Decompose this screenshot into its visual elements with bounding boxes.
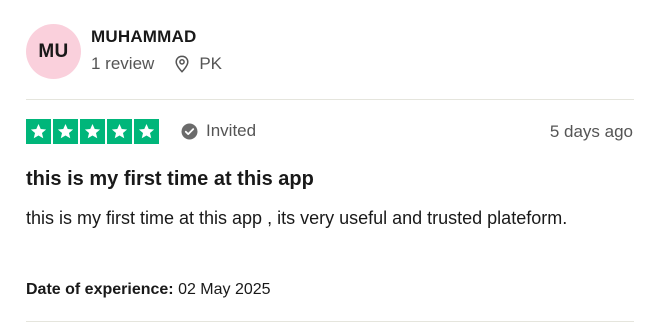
review-body: this is my first time at this app , its …	[26, 208, 568, 228]
consumer-meta: 1 review PK	[91, 54, 222, 74]
experience-label: Date of experience:	[26, 281, 179, 298]
review-date: 5 days ago	[549, 122, 633, 141]
star-icon	[26, 119, 51, 144]
location-pin-icon	[174, 55, 190, 73]
review-card: MU MUHAMMAD 1 review PK Invited 5 days a…	[0, 0, 658, 323]
star-rating	[26, 119, 159, 144]
review-title[interactable]: this is my first time at this app	[26, 168, 314, 191]
avatar-initials: MU	[38, 40, 69, 62]
avatar[interactable]: MU	[26, 24, 81, 79]
country-code: PK	[199, 54, 222, 73]
divider	[26, 321, 634, 322]
star-icon	[53, 119, 78, 144]
invited-badge[interactable]: Invited	[181, 121, 256, 141]
consumer-name[interactable]: MUHAMMAD	[91, 27, 196, 47]
star-icon	[107, 119, 132, 144]
experience-date: 02 May 2025	[178, 281, 271, 298]
date-of-experience: Date of experience: 02 May 2025	[26, 281, 271, 299]
divider	[26, 99, 634, 100]
invited-label: Invited	[206, 121, 257, 140]
review-count: 1 review	[91, 54, 155, 73]
star-icon	[80, 119, 105, 144]
check-circle-icon	[181, 123, 198, 140]
star-icon	[134, 119, 159, 144]
